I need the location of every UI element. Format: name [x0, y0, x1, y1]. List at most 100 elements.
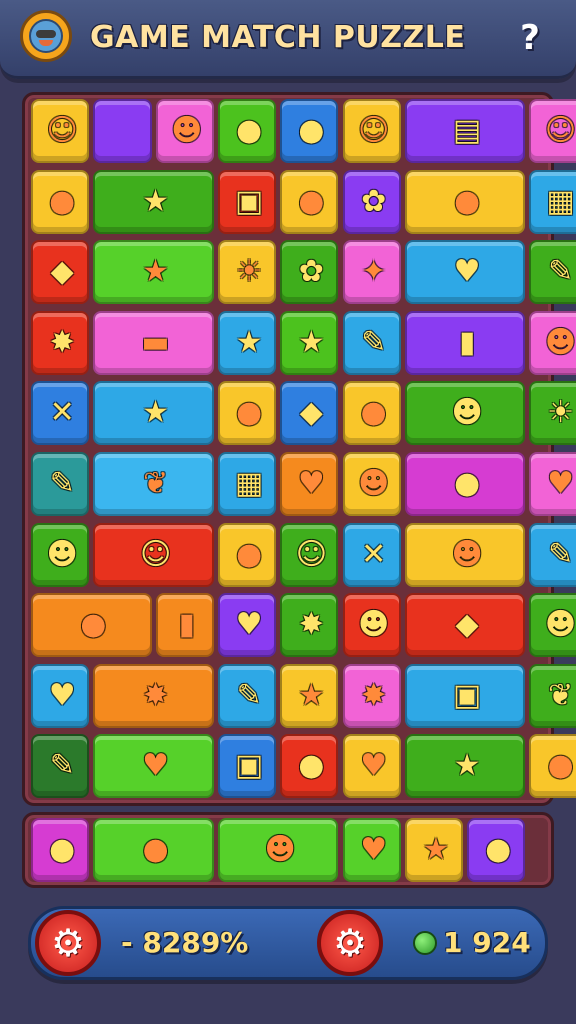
board-tile[interactable]: ☻: [404, 522, 526, 587]
board-tile[interactable]: ●: [31, 593, 152, 658]
board-tile[interactable]: ●: [31, 169, 90, 234]
star-icon: ★: [297, 677, 325, 713]
fairy-icon: ✦: [361, 254, 387, 290]
lollipop-icon: ●: [298, 748, 325, 784]
board-tile[interactable]: ☻: [529, 593, 576, 658]
board-tile[interactable]: ★: [93, 240, 214, 305]
board-tile[interactable]: ☀: [217, 240, 277, 305]
board-tile[interactable]: ▦: [217, 452, 277, 516]
board-tile[interactable]: ❦: [93, 452, 214, 516]
board-tile[interactable]: ✦: [342, 240, 401, 305]
chat-bubble-icon: ●: [142, 832, 169, 867]
cookie-face-icon: ☻: [171, 113, 203, 148]
board-tile[interactable]: ✸: [342, 663, 401, 728]
board-tile[interactable]: ●: [404, 452, 526, 516]
tray-tile[interactable]: ●: [467, 818, 526, 882]
board-tile[interactable]: ●: [217, 381, 277, 446]
sheriff-badge-icon: ✸: [361, 677, 387, 713]
board-tile[interactable]: ☺: [529, 99, 576, 163]
board-tile[interactable]: ●: [280, 734, 339, 799]
board-tile[interactable]: ☻: [529, 310, 576, 375]
board-tile[interactable]: ✎: [217, 663, 277, 728]
board-tile[interactable]: ☻: [342, 593, 401, 658]
board-tile[interactable]: ◆: [404, 593, 526, 658]
board-tile[interactable]: ★: [280, 663, 339, 728]
bottom-bar: ⚙ - 8289% ⚙ 1 924: [28, 906, 548, 980]
tray-tile[interactable]: ●: [93, 818, 214, 882]
board-tile[interactable]: ★: [93, 381, 214, 446]
board-tile[interactable]: ▦: [529, 169, 576, 234]
tray-tile[interactable]: ♥: [342, 818, 401, 882]
board-tile[interactable]: ▬: [93, 310, 214, 375]
board-tile[interactable]: ✎: [529, 240, 576, 305]
board-tile[interactable]: ♥: [217, 593, 277, 658]
board-tile[interactable]: ★: [280, 310, 339, 375]
star-icon: ★: [297, 324, 325, 360]
cookie-face-icon: ☺: [139, 536, 172, 572]
board-tile[interactable]: ◆: [31, 240, 90, 305]
clipboard-icon: ▤: [452, 113, 482, 148]
board-tile[interactable]: ●: [217, 99, 277, 163]
battery-icon: ▦: [234, 466, 264, 501]
board-tile[interactable]: ☺: [342, 99, 401, 163]
board-tile[interactable]: ✎: [31, 452, 90, 516]
tray-tile[interactable]: ☻: [217, 818, 339, 882]
brush-icon: ✎: [49, 466, 75, 501]
board-tile[interactable]: ✕: [31, 381, 90, 446]
board-tile[interactable]: ▣: [217, 734, 277, 799]
board-tile[interactable]: ☻: [342, 452, 401, 516]
board-tile[interactable]: ●: [404, 169, 526, 234]
board-tile[interactable]: ❦: [529, 663, 576, 728]
board-tile[interactable]: ☺: [31, 99, 90, 163]
board-tile[interactable]: ▣: [404, 663, 526, 728]
board-tile[interactable]: ☻: [155, 99, 214, 163]
board-tile[interactable]: ▣: [217, 169, 277, 234]
board-tile[interactable]: ♥: [31, 663, 90, 728]
board-tile[interactable]: ☺: [93, 522, 214, 587]
board-tile[interactable]: ✕: [342, 522, 401, 587]
help-button[interactable]: ?: [508, 14, 552, 62]
board-tile[interactable]: ♥: [342, 734, 401, 799]
board-tile[interactable]: [93, 99, 152, 163]
board-tile[interactable]: ◆: [280, 381, 339, 446]
board-tile[interactable]: ★: [217, 310, 277, 375]
board-tile[interactable]: ★: [404, 734, 526, 799]
board-tile[interactable]: ☀: [529, 381, 576, 446]
heart-icon: ♥: [453, 254, 481, 290]
board-tile[interactable]: ✎: [31, 734, 90, 799]
board-tile[interactable]: ☺: [280, 522, 339, 587]
board-tile[interactable]: ✸: [280, 593, 339, 658]
board-tile[interactable]: ▮: [155, 593, 214, 658]
orange-fruit-icon: ●: [235, 113, 263, 148]
board-tile[interactable]: ✿: [342, 169, 401, 234]
board-tile[interactable]: ●: [280, 99, 339, 163]
heart-icon: ♥: [547, 466, 574, 501]
board-tile[interactable]: ✎: [342, 310, 401, 375]
board-tile[interactable]: ✿: [280, 240, 339, 305]
board-tile[interactable]: ●: [280, 169, 339, 234]
ice-pop-icon: ▮: [178, 607, 195, 643]
board-tile[interactable]: ▮: [404, 310, 526, 375]
board-tile[interactable]: ★: [93, 169, 214, 234]
board-tile[interactable]: ●: [529, 734, 576, 799]
board-tile[interactable]: ✸: [31, 310, 90, 375]
logo-icon[interactable]: [20, 10, 72, 62]
tray-tile[interactable]: ★: [404, 818, 464, 882]
board-tile[interactable]: ♥: [404, 240, 526, 305]
board-tile[interactable]: ☻: [404, 381, 526, 446]
pink-ball-icon: ●: [298, 113, 325, 148]
board-tile[interactable]: ✎: [529, 522, 576, 587]
settings-button-right[interactable]: ⚙: [317, 910, 383, 976]
board-tile[interactable]: ☻: [31, 522, 90, 587]
board-tile[interactable]: ▤: [404, 99, 526, 163]
board-tile[interactable]: ●: [342, 381, 401, 446]
crayon-icon: ✎: [547, 536, 574, 572]
board-tile[interactable]: ●: [217, 522, 277, 587]
gear-icon: ⚙: [50, 921, 86, 965]
tray-tile[interactable]: ●: [31, 818, 90, 882]
board-tile[interactable]: ♥: [280, 452, 339, 516]
board-tile[interactable]: ♥: [93, 734, 214, 799]
settings-button-left[interactable]: ⚙: [35, 910, 101, 976]
board-tile[interactable]: ♥: [529, 452, 576, 516]
board-tile[interactable]: ✸: [93, 663, 214, 728]
